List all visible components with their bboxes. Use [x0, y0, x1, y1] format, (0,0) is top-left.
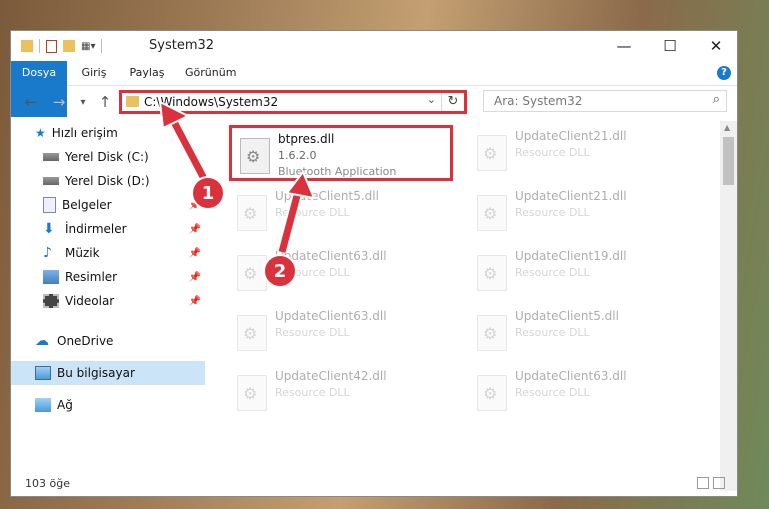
annotation-arrows: [158, 100, 316, 254]
arrowhead: [285, 170, 316, 200]
step-badge-1: 1: [191, 176, 225, 210]
step-badge-2: 2: [263, 254, 297, 288]
